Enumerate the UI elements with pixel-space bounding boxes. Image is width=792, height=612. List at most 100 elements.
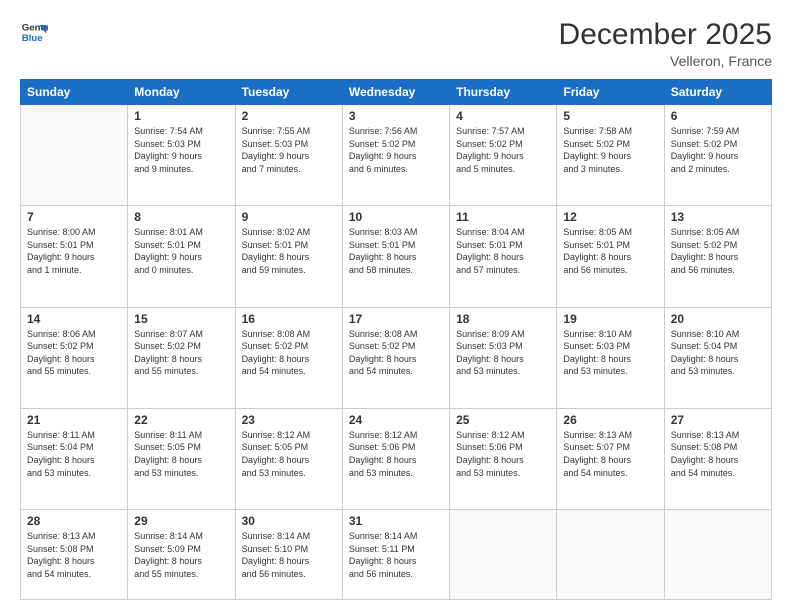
day-info: Sunrise: 8:04 AM Sunset: 5:01 PM Dayligh… — [456, 226, 550, 276]
calendar-cell: 25 Sunrise: 8:12 AM Sunset: 5:06 PM Dayli… — [450, 408, 557, 509]
day-number: 6 — [671, 109, 765, 123]
day-number: 7 — [27, 210, 121, 224]
day-info: Sunrise: 7:56 AM Sunset: 5:02 PM Dayligh… — [349, 125, 443, 175]
calendar-body: 1 Sunrise: 7:54 AM Sunset: 5:03 PM Daylig… — [21, 105, 772, 600]
calendar-cell: 1 Sunrise: 7:54 AM Sunset: 5:03 PM Daylig… — [128, 105, 235, 206]
day-info: Sunrise: 8:00 AM Sunset: 5:01 PM Dayligh… — [27, 226, 121, 276]
day-number: 18 — [456, 312, 550, 326]
day-info: Sunrise: 8:14 AM Sunset: 5:11 PM Dayligh… — [349, 530, 443, 580]
day-number: 13 — [671, 210, 765, 224]
day-info: Sunrise: 8:08 AM Sunset: 5:02 PM Dayligh… — [242, 328, 336, 378]
weekday-header-tuesday: Tuesday — [235, 80, 342, 105]
calendar-cell: 11 Sunrise: 8:04 AM Sunset: 5:01 PM Dayli… — [450, 206, 557, 307]
calendar-cell — [21, 105, 128, 206]
calendar-cell: 31 Sunrise: 8:14 AM Sunset: 5:11 PM Dayli… — [342, 510, 449, 600]
calendar-cell: 17 Sunrise: 8:08 AM Sunset: 5:02 PM Dayli… — [342, 307, 449, 408]
weekday-header-sunday: Sunday — [21, 80, 128, 105]
weekday-header-friday: Friday — [557, 80, 664, 105]
day-number: 22 — [134, 413, 228, 427]
calendar-cell: 28 Sunrise: 8:13 AM Sunset: 5:08 PM Dayli… — [21, 510, 128, 600]
day-number: 17 — [349, 312, 443, 326]
day-number: 27 — [671, 413, 765, 427]
day-number: 24 — [349, 413, 443, 427]
calendar-cell: 9 Sunrise: 8:02 AM Sunset: 5:01 PM Daylig… — [235, 206, 342, 307]
day-number: 10 — [349, 210, 443, 224]
svg-text:Blue: Blue — [22, 33, 43, 44]
day-number: 20 — [671, 312, 765, 326]
title-section: December 2025 Velleron, France — [559, 18, 772, 69]
calendar-cell: 14 Sunrise: 8:06 AM Sunset: 5:02 PM Dayli… — [21, 307, 128, 408]
page: General Blue December 2025 Velleron, Fra… — [0, 0, 792, 612]
day-info: Sunrise: 7:58 AM Sunset: 5:02 PM Dayligh… — [563, 125, 657, 175]
calendar-cell: 16 Sunrise: 8:08 AM Sunset: 5:02 PM Dayli… — [235, 307, 342, 408]
day-info: Sunrise: 8:05 AM Sunset: 5:01 PM Dayligh… — [563, 226, 657, 276]
calendar-cell: 19 Sunrise: 8:10 AM Sunset: 5:03 PM Dayli… — [557, 307, 664, 408]
calendar-cell: 29Sunrise: 8:14 AM Sunset: 5:09 PM Dayli… — [128, 510, 235, 600]
calendar-cell: 24 Sunrise: 8:12 AM Sunset: 5:06 PM Dayli… — [342, 408, 449, 509]
day-number: 5 — [563, 109, 657, 123]
weekday-header-monday: Monday — [128, 80, 235, 105]
weekday-header-thursday: Thursday — [450, 80, 557, 105]
day-number: 31 — [349, 514, 443, 528]
day-number: 8 — [134, 210, 228, 224]
logo: General Blue — [20, 18, 48, 46]
calendar-cell: 10 Sunrise: 8:03 AM Sunset: 5:01 PM Dayli… — [342, 206, 449, 307]
day-info: Sunrise: 7:54 AM Sunset: 5:03 PM Dayligh… — [134, 125, 228, 175]
day-number: 28 — [27, 514, 121, 528]
day-info: Sunrise: 8:14 AM Sunset: 5:10 PM Dayligh… — [242, 530, 336, 580]
calendar-cell: 20Sunrise: 8:10 AM Sunset: 5:04 PM Dayli… — [664, 307, 771, 408]
day-number: 9 — [242, 210, 336, 224]
calendar-week-2: 7 Sunrise: 8:00 AM Sunset: 5:01 PM Daylig… — [21, 206, 772, 307]
day-number: 2 — [242, 109, 336, 123]
calendar-week-4: 21 Sunrise: 8:11 AM Sunset: 5:04 PM Dayli… — [21, 408, 772, 509]
day-number: 19 — [563, 312, 657, 326]
day-number: 30 — [242, 514, 336, 528]
location: Velleron, France — [559, 53, 772, 69]
month-title: December 2025 — [559, 18, 772, 51]
calendar-cell: 22 Sunrise: 8:11 AM Sunset: 5:05 PM Dayli… — [128, 408, 235, 509]
day-info: Sunrise: 8:14 AM Sunset: 5:09 PM Dayligh… — [134, 530, 228, 580]
day-info: Sunrise: 8:11 AM Sunset: 5:04 PM Dayligh… — [27, 429, 121, 479]
calendar-cell — [450, 510, 557, 600]
calendar-cell: 26 Sunrise: 8:13 AM Sunset: 5:07 PM Dayli… — [557, 408, 664, 509]
calendar-cell: 18Sunrise: 8:09 AM Sunset: 5:03 PM Dayli… — [450, 307, 557, 408]
day-info: Sunrise: 7:59 AM Sunset: 5:02 PM Dayligh… — [671, 125, 765, 175]
day-info: Sunrise: 8:13 AM Sunset: 5:07 PM Dayligh… — [563, 429, 657, 479]
day-number: 23 — [242, 413, 336, 427]
day-info: Sunrise: 7:55 AM Sunset: 5:03 PM Dayligh… — [242, 125, 336, 175]
day-number: 1 — [134, 109, 228, 123]
calendar-week-3: 14 Sunrise: 8:06 AM Sunset: 5:02 PM Dayli… — [21, 307, 772, 408]
day-info: Sunrise: 8:12 AM Sunset: 5:05 PM Dayligh… — [242, 429, 336, 479]
day-info: Sunrise: 8:12 AM Sunset: 5:06 PM Dayligh… — [456, 429, 550, 479]
logo-icon: General Blue — [20, 18, 48, 46]
day-number: 15 — [134, 312, 228, 326]
header: General Blue December 2025 Velleron, Fra… — [20, 18, 772, 69]
calendar-week-5: 28 Sunrise: 8:13 AM Sunset: 5:08 PM Dayli… — [21, 510, 772, 600]
day-number: 26 — [563, 413, 657, 427]
calendar-cell: 15 Sunrise: 8:07 AM Sunset: 5:02 PM Dayli… — [128, 307, 235, 408]
day-info: Sunrise: 8:02 AM Sunset: 5:01 PM Dayligh… — [242, 226, 336, 276]
day-number: 11 — [456, 210, 550, 224]
calendar-cell: 21 Sunrise: 8:11 AM Sunset: 5:04 PM Dayli… — [21, 408, 128, 509]
calendar-cell: 4Sunrise: 7:57 AM Sunset: 5:02 PM Daylig… — [450, 105, 557, 206]
calendar-cell — [664, 510, 771, 600]
day-number: 25 — [456, 413, 550, 427]
day-info: Sunrise: 8:01 AM Sunset: 5:01 PM Dayligh… — [134, 226, 228, 276]
day-info: Sunrise: 8:07 AM Sunset: 5:02 PM Dayligh… — [134, 328, 228, 378]
day-info: Sunrise: 8:08 AM Sunset: 5:02 PM Dayligh… — [349, 328, 443, 378]
day-info: Sunrise: 8:10 AM Sunset: 5:03 PM Dayligh… — [563, 328, 657, 378]
calendar-week-1: 1 Sunrise: 7:54 AM Sunset: 5:03 PM Daylig… — [21, 105, 772, 206]
day-info: Sunrise: 8:03 AM Sunset: 5:01 PM Dayligh… — [349, 226, 443, 276]
day-info: Sunrise: 8:13 AM Sunset: 5:08 PM Dayligh… — [27, 530, 121, 580]
calendar-cell: 13Sunrise: 8:05 AM Sunset: 5:02 PM Dayli… — [664, 206, 771, 307]
day-number: 16 — [242, 312, 336, 326]
calendar-cell: 12Sunrise: 8:05 AM Sunset: 5:01 PM Dayli… — [557, 206, 664, 307]
day-info: Sunrise: 8:11 AM Sunset: 5:05 PM Dayligh… — [134, 429, 228, 479]
day-number: 21 — [27, 413, 121, 427]
day-info: Sunrise: 7:57 AM Sunset: 5:02 PM Dayligh… — [456, 125, 550, 175]
day-number: 14 — [27, 312, 121, 326]
day-info: Sunrise: 8:12 AM Sunset: 5:06 PM Dayligh… — [349, 429, 443, 479]
day-info: Sunrise: 8:13 AM Sunset: 5:08 PM Dayligh… — [671, 429, 765, 479]
day-info: Sunrise: 8:06 AM Sunset: 5:02 PM Dayligh… — [27, 328, 121, 378]
weekday-header-wednesday: Wednesday — [342, 80, 449, 105]
